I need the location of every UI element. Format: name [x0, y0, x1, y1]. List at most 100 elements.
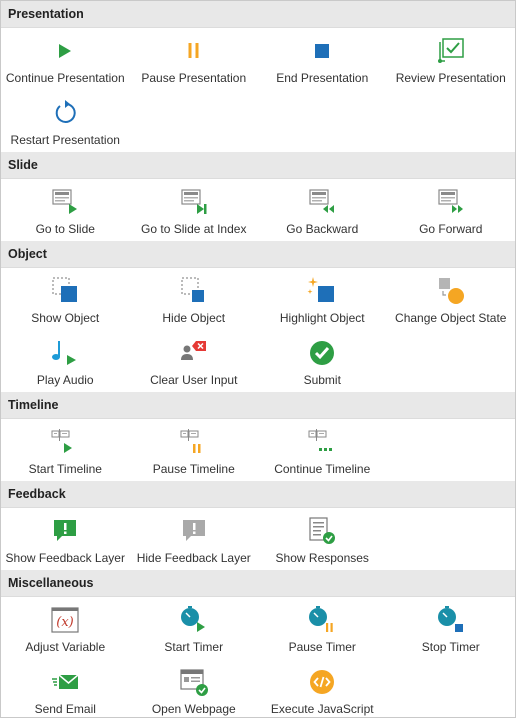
action-go-to-slide-at-index[interactable]: Go to Slide at Index [130, 179, 259, 241]
action-pause-timer[interactable]: Pause Timer [258, 597, 387, 659]
slide-forward-icon [435, 186, 467, 218]
javascript-icon [306, 666, 338, 698]
slide-index-icon [178, 186, 210, 218]
change-state-icon [435, 275, 467, 307]
action-label: Open Webpage [151, 702, 236, 716]
action-send-email[interactable]: Send Email [1, 659, 130, 717]
action-go-backward[interactable]: Go Backward [258, 179, 387, 241]
action-label: Play Audio [36, 373, 94, 387]
action-pause-presentation[interactable]: Pause Presentation [130, 28, 259, 90]
section-miscellaneous: Miscellaneous (x) Adjust Variable Start … [1, 570, 516, 717]
action-label: Start Timer [164, 640, 224, 654]
variable-icon: (x) [49, 604, 81, 636]
timer-stop-icon [435, 604, 467, 636]
action-change-object-state[interactable]: Change Object State [387, 268, 516, 330]
actions-panel: Presentation Continue Presentation Pause… [0, 0, 516, 718]
email-icon [49, 666, 81, 698]
timeline-continue-icon [306, 426, 338, 458]
action-go-to-slide[interactable]: Go to Slide [1, 179, 130, 241]
section-object: Object Show Object Hide Object Highlight… [1, 241, 515, 392]
section-header: Miscellaneous [1, 570, 515, 597]
action-end-presentation[interactable]: End Presentation [258, 28, 387, 90]
feedback-show-icon [49, 515, 81, 547]
slide-backward-icon [306, 186, 338, 218]
action-label: End Presentation [276, 71, 369, 85]
stop-icon [306, 35, 338, 67]
show-object-icon [49, 275, 81, 307]
action-pause-timeline[interactable]: Pause Timeline [130, 419, 259, 481]
action-start-timer[interactable]: Start Timer [130, 597, 259, 659]
action-play-audio[interactable]: Play Audio [1, 330, 130, 392]
submit-icon [306, 337, 338, 369]
action-label: Go Backward [286, 222, 359, 236]
action-label: Pause Presentation [141, 71, 247, 85]
action-label: Hide Feedback Layer [136, 551, 251, 565]
feedback-hide-icon [178, 515, 210, 547]
svg-text:(x): (x) [57, 615, 74, 630]
action-label: Send Email [34, 702, 96, 716]
section-slide: Slide Go to Slide Go to Slide at Index G… [1, 152, 515, 241]
action-label: Show Feedback Layer [5, 551, 125, 565]
action-label: Hide Object [162, 311, 226, 325]
action-stop-timer[interactable]: Stop Timer [387, 597, 516, 659]
action-label: Highlight Object [279, 311, 365, 325]
action-review-presentation[interactable]: Review Presentation [387, 28, 516, 90]
restart-icon [49, 97, 81, 129]
action-label: Go Forward [419, 222, 483, 236]
action-label: Restart Presentation [10, 133, 120, 147]
timer-pause-icon [306, 604, 338, 636]
action-clear-user-input[interactable]: Clear User Input [130, 330, 259, 392]
highlight-object-icon [306, 275, 338, 307]
action-highlight-object[interactable]: Highlight Object [258, 268, 387, 330]
action-label: Continue Presentation [5, 71, 125, 85]
action-show-object[interactable]: Show Object [1, 268, 130, 330]
action-restart-presentation[interactable]: Restart Presentation [1, 90, 130, 152]
section-header: Presentation [1, 1, 515, 28]
play-icon [49, 35, 81, 67]
timer-start-icon [178, 604, 210, 636]
action-hide-feedback-layer[interactable]: Hide Feedback Layer [130, 508, 259, 570]
timeline-start-icon [49, 426, 81, 458]
section-presentation: Presentation Continue Presentation Pause… [1, 1, 515, 152]
section-header: Timeline [1, 392, 515, 419]
action-label: Go to Slide at Index [141, 222, 247, 236]
action-show-responses[interactable]: Show Responses [258, 508, 387, 570]
audio-icon [49, 337, 81, 369]
action-label: Execute JavaScript [270, 702, 374, 716]
action-continue-presentation[interactable]: Continue Presentation [1, 28, 130, 90]
section-feedback: Feedback Show Feedback Layer Hide Feedba… [1, 481, 515, 570]
slide-play-icon [49, 186, 81, 218]
pause-icon [178, 35, 210, 67]
action-label: Pause Timeline [152, 462, 235, 476]
section-timeline: Timeline Start Timeline Pause Timeline C… [1, 392, 515, 481]
action-label: Start Timeline [28, 462, 102, 476]
webpage-icon [178, 666, 210, 698]
action-start-timeline[interactable]: Start Timeline [1, 419, 130, 481]
action-label: Adjust Variable [25, 640, 106, 654]
action-hide-object[interactable]: Hide Object [130, 268, 259, 330]
action-label: Submit [303, 373, 341, 387]
action-go-forward[interactable]: Go Forward [387, 179, 516, 241]
action-label: Go to Slide [35, 222, 95, 236]
action-continue-timeline[interactable]: Continue Timeline [258, 419, 387, 481]
action-open-webpage[interactable]: Open Webpage [130, 659, 259, 717]
action-execute-javascript[interactable]: Execute JavaScript [258, 659, 387, 717]
action-label: Stop Timer [421, 640, 480, 654]
action-label: Change Object State [395, 311, 507, 325]
timeline-pause-icon [178, 426, 210, 458]
action-label: Show Object [31, 311, 100, 325]
action-label: Continue Timeline [274, 462, 371, 476]
action-label: Pause Timer [288, 640, 356, 654]
section-header: Feedback [1, 481, 515, 508]
section-header: Slide [1, 152, 515, 179]
action-label: Review Presentation [395, 71, 506, 85]
section-header: Object [1, 241, 515, 268]
responses-icon [306, 515, 338, 547]
action-adjust-variable[interactable]: (x) Adjust Variable [1, 597, 130, 659]
action-label: Clear User Input [150, 373, 238, 387]
review-icon [435, 35, 467, 67]
action-show-feedback-layer[interactable]: Show Feedback Layer [1, 508, 130, 570]
hide-object-icon [178, 275, 210, 307]
action-submit[interactable]: Submit [258, 330, 387, 392]
clear-input-icon [178, 337, 210, 369]
